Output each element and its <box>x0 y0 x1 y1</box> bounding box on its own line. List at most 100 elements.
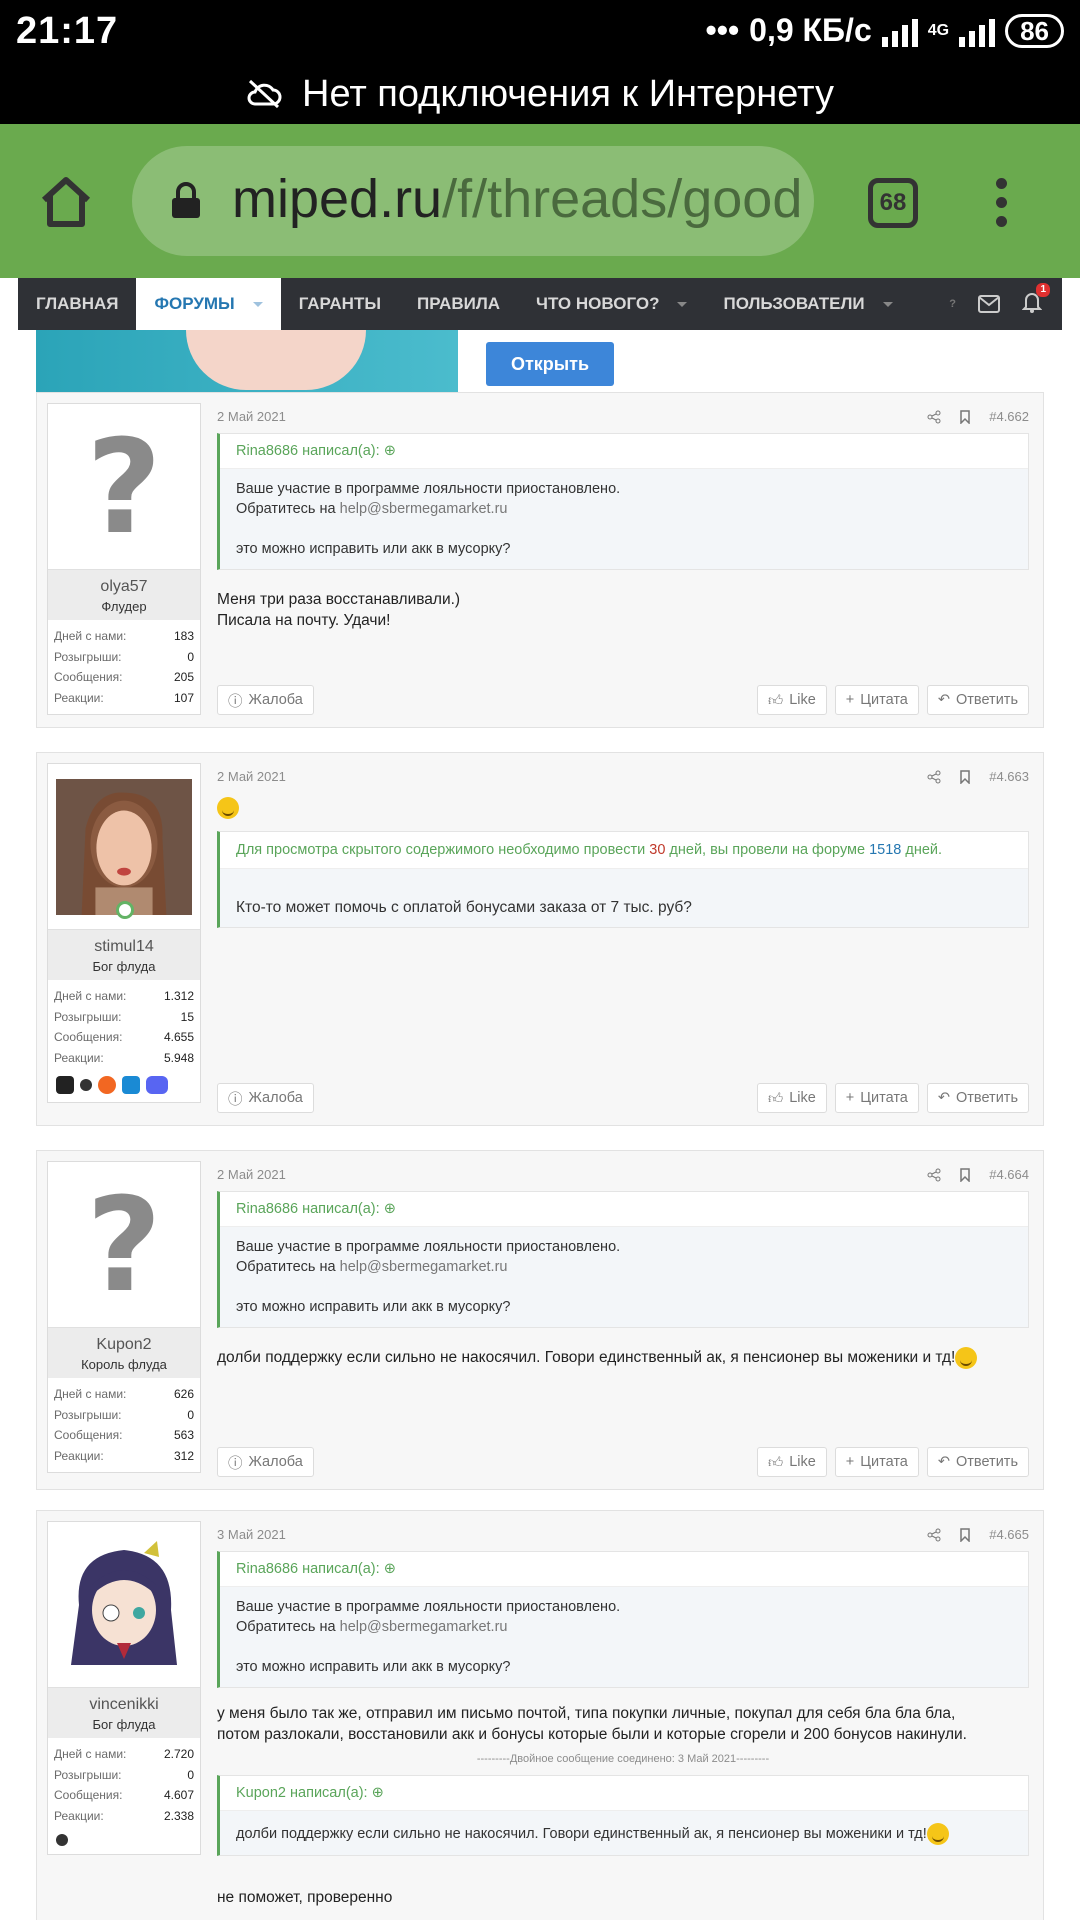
username[interactable]: stimul14 <box>48 938 200 956</box>
like-button[interactable]: 👍︎ Like <box>757 1447 827 1477</box>
nav-guarantors[interactable]: ГАРАНТЫ <box>281 278 399 330</box>
battlenet-icon[interactable] <box>122 1076 140 1094</box>
user-name-block: vincenikki Бог флуда <box>48 1688 200 1738</box>
epic-games-icon[interactable] <box>56 1076 74 1094</box>
like-label: Like <box>789 1454 816 1470</box>
avatar[interactable]: ? <box>48 1162 200 1328</box>
reply-button[interactable]: ↶ Ответить <box>926 1447 1029 1477</box>
nav-home-label: ГЛАВНАЯ <box>36 294 119 313</box>
post-date[interactable]: 2 Май 2021 <box>217 769 286 784</box>
username[interactable]: Kupon2 <box>48 1336 200 1354</box>
reply-button[interactable]: ↶ Ответить <box>926 1083 1029 1113</box>
hidden-content-block: Для просмотра скрытого содержимого необх… <box>217 831 1029 928</box>
post-number[interactable]: #4.663 <box>989 769 1029 784</box>
quote-button[interactable]: + Цитата <box>834 1447 919 1477</box>
post-date[interactable]: 2 Май 2021 <box>217 409 286 424</box>
quote-header[interactable]: Rina8686 написал(а): ⊕ <box>220 1192 1028 1227</box>
share-icon[interactable] <box>927 770 941 784</box>
arrow-up-circle-icon[interactable]: ⊕ <box>384 1561 396 1577</box>
avatar[interactable] <box>48 1522 200 1688</box>
quote-button[interactable]: + Цитата <box>834 1083 919 1113</box>
post-buttons: ⓘ Жалоба 👍︎ Like + Цитата ↶ Ответить <box>217 1447 1029 1477</box>
post-number[interactable]: #4.664 <box>989 1167 1029 1182</box>
ad-open-button[interactable]: Открыть <box>486 342 614 386</box>
offline-banner: Нет подключения к Интернету <box>0 64 1080 124</box>
quote-header[interactable]: Rina8686 написал(а): ⊕ <box>220 434 1028 469</box>
bookmark-icon[interactable] <box>959 409 971 424</box>
help-icon[interactable]: ? <box>949 298 956 310</box>
plus-icon: + <box>845 692 855 708</box>
reply-button[interactable]: ↶ Ответить <box>926 685 1029 715</box>
ad-banner-image[interactable] <box>36 330 458 392</box>
hidden-content-notice: Для просмотра скрытого содержимого необх… <box>220 832 1028 869</box>
email-link[interactable]: help@sbermegamarket.ru <box>340 1619 508 1635</box>
user-stats: Дней с нами: 1.312 Розыгрыши: 15 Сообщения… <box>48 980 200 1074</box>
dots-icon: ••• <box>705 12 740 48</box>
arrow-up-circle-icon[interactable]: ⊕ <box>384 1201 396 1217</box>
nav-rules-label: ПРАВИЛА <box>416 294 501 313</box>
post-date[interactable]: 3 Май 2021 <box>217 1527 286 1542</box>
notifications-button[interactable]: 1 <box>1021 282 1050 318</box>
nav-home[interactable]: ГЛАВНАЯ <box>18 278 136 330</box>
home-icon[interactable] <box>36 172 96 232</box>
telegram-icon[interactable] <box>56 1834 68 1846</box>
stat-value: 4.655 <box>163 1030 194 1044</box>
telegram-icon[interactable] <box>80 1079 92 1091</box>
like-button[interactable]: 👍︎ Like <box>757 1083 827 1113</box>
quote-button[interactable]: + Цитата <box>834 685 919 715</box>
browser-menu-icon[interactable] <box>996 178 1010 235</box>
nav-users[interactable]: ПОЛЬЗОВАТЕЛИ <box>705 278 910 330</box>
user-badges <box>48 1832 200 1854</box>
mail-icon[interactable] <box>978 295 1000 313</box>
bookmark-icon[interactable] <box>959 1527 971 1542</box>
alert-icon: ⓘ <box>228 1091 243 1108</box>
origin-icon[interactable] <box>98 1076 116 1094</box>
quote-header[interactable]: Kupon2 написал(а): ⊕ <box>220 1776 1028 1811</box>
nav-guarantors-label: ГАРАНТЫ <box>298 294 381 313</box>
nav-forums[interactable]: ФОРУМЫ <box>136 278 281 330</box>
share-icon[interactable] <box>927 410 941 424</box>
post-body: 2 Май 2021 #4.662 Rina8686 написал(а): ⊕… <box>217 393 1029 729</box>
post-number[interactable]: #4.665 <box>989 1527 1029 1542</box>
chevron-down-icon[interactable] <box>252 301 263 307</box>
like-button[interactable]: 👍︎ Like <box>757 685 827 715</box>
email-link[interactable]: help@sbermegamarket.ru <box>340 501 508 517</box>
user-avatar-photo <box>56 778 192 915</box>
stat-label: Реакции: <box>54 1808 104 1823</box>
report-label: Жалоба <box>248 692 303 708</box>
arrow-up-circle-icon[interactable]: ⊕ <box>384 443 396 459</box>
bookmark-icon[interactable] <box>959 769 971 784</box>
post-line: у меня было так же, отправил им письмо п… <box>217 1705 956 1722</box>
post-text: Меня три раза восстанавливали.) Писала н… <box>217 589 460 631</box>
address-bar[interactable]: miped.ru/f/threads/good <box>132 146 814 256</box>
bookmark-icon[interactable] <box>959 1167 971 1182</box>
stat-value: 4.607 <box>163 1788 194 1802</box>
nav-rules[interactable]: ПРАВИЛА <box>399 278 518 330</box>
chevron-down-icon[interactable] <box>882 301 893 307</box>
discord-icon[interactable] <box>146 1076 168 1094</box>
nav-whats-new[interactable]: ЧТО НОВОГО? <box>518 278 705 330</box>
post-text: не поможет, проверенно <box>217 1889 393 1906</box>
ad-figure <box>186 330 366 390</box>
arrow-up-circle-icon[interactable]: ⊕ <box>372 1785 384 1801</box>
avatar[interactable] <box>48 764 200 930</box>
reply-icon: ↶ <box>937 1090 951 1106</box>
reply-label: Ответить <box>956 1090 1018 1106</box>
post-date[interactable]: 2 Май 2021 <box>217 1167 286 1182</box>
quote-body: долби поддержку если сильно не накосячил… <box>220 1811 1028 1855</box>
username[interactable]: olya57 <box>48 578 200 596</box>
post-number[interactable]: #4.662 <box>989 409 1029 424</box>
chevron-down-icon[interactable] <box>677 301 688 307</box>
report-button[interactable]: ⓘ Жалоба <box>217 685 314 715</box>
report-button[interactable]: ⓘ Жалоба <box>217 1447 314 1477</box>
email-link[interactable]: help@sbermegamarket.ru <box>340 1259 508 1275</box>
share-icon[interactable] <box>927 1168 941 1182</box>
quote-header[interactable]: Rina8686 написал(а): ⊕ <box>220 1552 1028 1587</box>
avatar[interactable]: ? <box>48 404 200 570</box>
username[interactable]: vincenikki <box>48 1696 200 1714</box>
share-icon[interactable] <box>927 1528 941 1542</box>
quote-author: Rina8686 написал(а): <box>236 1201 380 1217</box>
report-button[interactable]: ⓘ Жалоба <box>217 1083 314 1113</box>
cloud-off-icon <box>247 79 282 109</box>
tab-switcher-button[interactable]: 68 <box>868 178 918 228</box>
